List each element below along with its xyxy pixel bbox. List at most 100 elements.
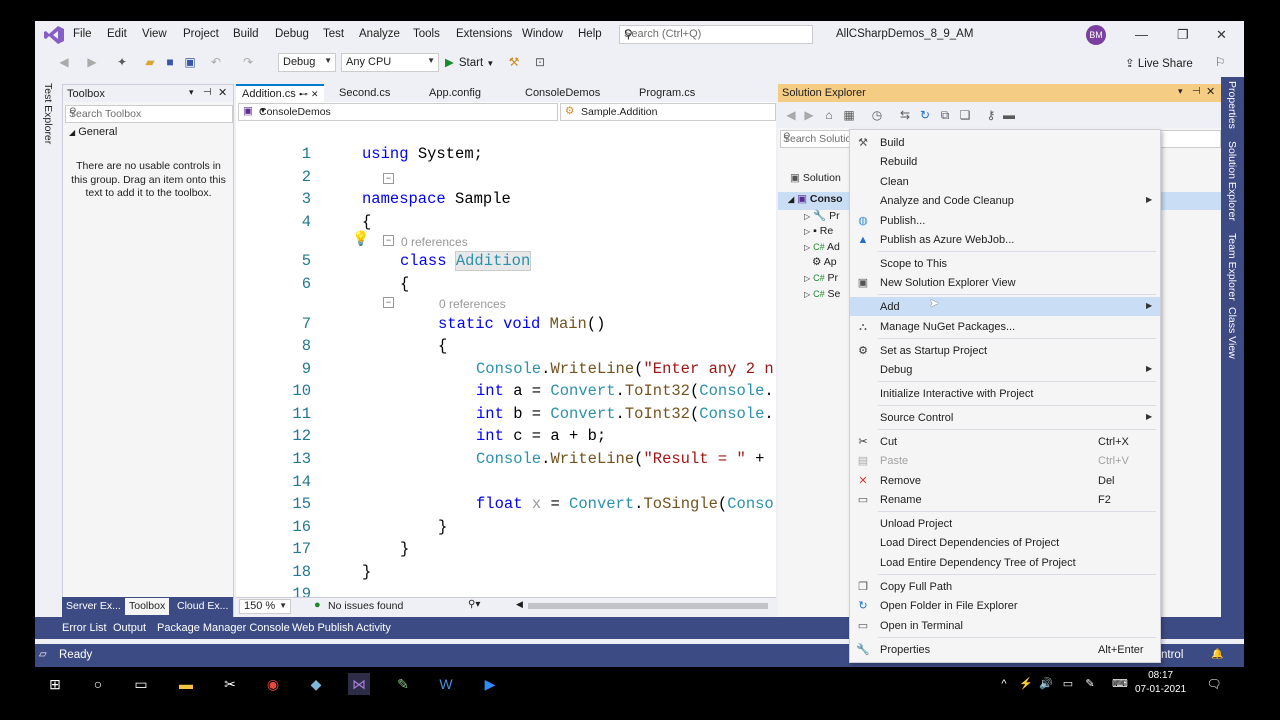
search-circle-icon[interactable]: ○ (87, 673, 109, 695)
redo-icon[interactable]: ↷ (241, 55, 255, 69)
refresh-icon[interactable]: ↻ (918, 108, 932, 122)
horizontal-scrollbar[interactable] (528, 603, 768, 609)
references-codelens[interactable]: 0 references (439, 297, 506, 311)
context-menu-item-initialize-interactive-with-project[interactable]: Initialize Interactive with Project (850, 384, 1160, 403)
back-icon[interactable]: ◀ (784, 108, 798, 122)
context-menu-item-publish[interactable]: ◍ Publish... (850, 211, 1160, 230)
save-icon[interactable]: ■ (163, 55, 177, 69)
configuration-dropdown[interactable]: Debug ▼ (278, 53, 336, 72)
brush-icon[interactable]: ⚲▾ (468, 599, 480, 610)
tree-references[interactable]: ▷ ▪ Re (804, 225, 833, 237)
action-center-icon[interactable]: 🗨 (1203, 673, 1225, 695)
avatar[interactable]: BM (1086, 25, 1106, 45)
menu-view[interactable]: View (142, 28, 167, 40)
dropdown-icon[interactable]: ▾ (1178, 86, 1183, 97)
context-menu-item-add[interactable]: Add ▶ (850, 297, 1160, 316)
menu-analyze[interactable]: Analyze (359, 28, 400, 40)
history-icon[interactable]: ◷ (870, 108, 884, 122)
tab-server-explorer[interactable]: Server Ex... (66, 600, 121, 612)
menu-build[interactable]: Build (233, 28, 259, 40)
context-menu-item-copy-full-path[interactable]: ❐ Copy Full Path (850, 577, 1160, 596)
class-view-tab[interactable]: Class View (1226, 307, 1238, 359)
tab-app-config[interactable]: App.config (423, 84, 487, 102)
tree-addition-cs[interactable]: ▷ C# Ad (804, 241, 840, 253)
tree-second-cs[interactable]: ▷ C# Se (804, 288, 840, 300)
menu-edit[interactable]: Edit (107, 28, 127, 40)
windows-start-icon[interactable]: ⊞ (44, 673, 66, 695)
file-explorer-icon[interactable]: ▬ (175, 673, 197, 695)
open-file-icon[interactable]: ▰ (143, 55, 157, 69)
tree-properties[interactable]: ▷ 🔧 Pr (804, 209, 840, 222)
issues-status[interactable]: No issues found (328, 600, 403, 612)
snipping-tool-icon[interactable]: ✂ (219, 673, 241, 695)
battery-icon[interactable]: ▭ (1057, 673, 1079, 695)
network-icon[interactable]: ⚡ (1015, 673, 1037, 695)
tab-addition-cs[interactable]: Addition.cs ⊷ ✕ (236, 84, 325, 102)
tab-error-list[interactable]: Error List (62, 622, 107, 634)
tab-output[interactable]: Output (113, 622, 146, 634)
properties-tab[interactable]: Properties (1226, 81, 1238, 129)
menu-file[interactable]: File (73, 28, 92, 40)
lightbulb-icon[interactable]: 💡 (352, 230, 369, 247)
chrome-icon[interactable]: ◉ (262, 673, 284, 695)
context-menu-item-source-control[interactable]: Source Control ▶ (850, 408, 1160, 427)
feedback-icon[interactable]: ⚐ (1213, 55, 1227, 69)
pin-icon[interactable]: ⊣ (1192, 86, 1201, 97)
context-menu-item-load-direct-dependencies-of-project[interactable]: Load Direct Dependencies of Project (850, 533, 1160, 552)
tree-app-config[interactable]: ⚙ Ap (812, 256, 837, 268)
app-icon[interactable]: ◆ (305, 673, 327, 695)
menu-test[interactable]: Test (323, 28, 344, 40)
word-icon[interactable]: W (435, 673, 457, 695)
tab-program-cs[interactable]: Program.cs (633, 84, 701, 102)
show-all-files-icon[interactable]: ❏ (958, 108, 972, 122)
tab-second-cs[interactable]: Second.cs (333, 84, 396, 102)
tab-package-manager-console[interactable]: Package Manager Console (157, 622, 290, 634)
context-menu-item-remove[interactable]: ✕ Remove Del (850, 471, 1160, 490)
system-clock[interactable]: 08:17 07-01-2021 (1135, 669, 1186, 697)
output-window-icon[interactable]: ▱ (39, 649, 47, 660)
new-project-icon[interactable]: ✦ (115, 55, 129, 69)
pin-icon[interactable]: ⊷ (299, 89, 308, 99)
context-menu-item-debug[interactable]: Debug ▶ (850, 360, 1160, 379)
menu-debug[interactable]: Debug (275, 28, 309, 40)
live-share-button[interactable]: ⇪ Live Share (1125, 56, 1193, 70)
context-menu-item-new-solution-explorer-view[interactable]: ▣ New Solution Explorer View (850, 273, 1160, 292)
collapse-icon[interactable]: − (383, 297, 394, 308)
zoom-dropdown[interactable]: 150 % ▼ (239, 599, 291, 614)
find-icon[interactable]: ⚒ (507, 55, 521, 69)
tab-web-publish-activity[interactable]: Web Publish Activity (292, 622, 391, 634)
pin-icon[interactable]: ⊣ (203, 87, 212, 98)
notification-bell-icon[interactable]: 🔔 (1211, 649, 1223, 660)
context-menu-item-manage-nuget-packages[interactable]: ⛬ Manage NuGet Packages... (850, 317, 1160, 336)
collapse-all-icon[interactable]: ⧉ (938, 108, 952, 122)
forward-icon[interactable]: ▶ (802, 108, 816, 122)
tree-project[interactable]: ◢ ▣ Conso (788, 193, 843, 205)
menu-tools[interactable]: Tools (413, 28, 440, 40)
zoom-icon[interactable]: ▶ (479, 673, 501, 695)
collapse-icon[interactable]: − (383, 235, 394, 246)
tree-program-cs[interactable]: ▷ C# Pr (804, 272, 838, 284)
context-menu-item-rebuild[interactable]: Rebuild (850, 152, 1160, 171)
menu-help[interactable]: Help (578, 28, 602, 40)
toolbox-search-input[interactable]: Search Toolbox ⚲ (65, 105, 233, 123)
context-menu-item-cut[interactable]: ✂ Cut Ctrl+X (850, 432, 1160, 451)
code-editor[interactable]: 1 2 3 4 5 6 7 8 9 10 11 12 13 14 15 16 17 18 19 − − − 💡 0 … (236, 121, 776, 597)
scroll-left-icon[interactable]: ◀ (516, 599, 523, 610)
context-menu-item-unload-project[interactable]: Unload Project (850, 514, 1160, 533)
visual-studio-taskbar-icon[interactable]: ⋈ (348, 673, 370, 695)
team-explorer-tab[interactable]: Team Explorer (1226, 233, 1238, 301)
undo-icon[interactable]: ↶ (209, 55, 223, 69)
toolbox-group-general[interactable]: ◢ General (69, 126, 117, 138)
keyboard-icon[interactable]: ⌨ (1109, 673, 1131, 695)
switch-views-icon[interactable]: ▦ (842, 108, 856, 122)
context-menu-item-open-in-terminal[interactable]: ▭ Open in Terminal (850, 616, 1160, 635)
tab-toolbox[interactable]: Toolbox (125, 598, 170, 615)
context-menu-item-open-folder-in-file-explorer[interactable]: ↻ Open Folder in File Explorer (850, 596, 1160, 615)
minimize-icon[interactable]: — (1135, 27, 1148, 42)
task-view-icon[interactable]: ▭ (130, 673, 152, 695)
collapse-icon[interactable]: − (383, 173, 394, 184)
context-menu-item-set-as-startup-project[interactable]: ⚙ Set as Startup Project (850, 341, 1160, 360)
close-icon[interactable]: ✕ (311, 89, 319, 99)
tab-cloud-explorer[interactable]: Cloud Ex... (177, 600, 228, 612)
test-explorer-tab[interactable]: Test Explorer (42, 83, 54, 144)
